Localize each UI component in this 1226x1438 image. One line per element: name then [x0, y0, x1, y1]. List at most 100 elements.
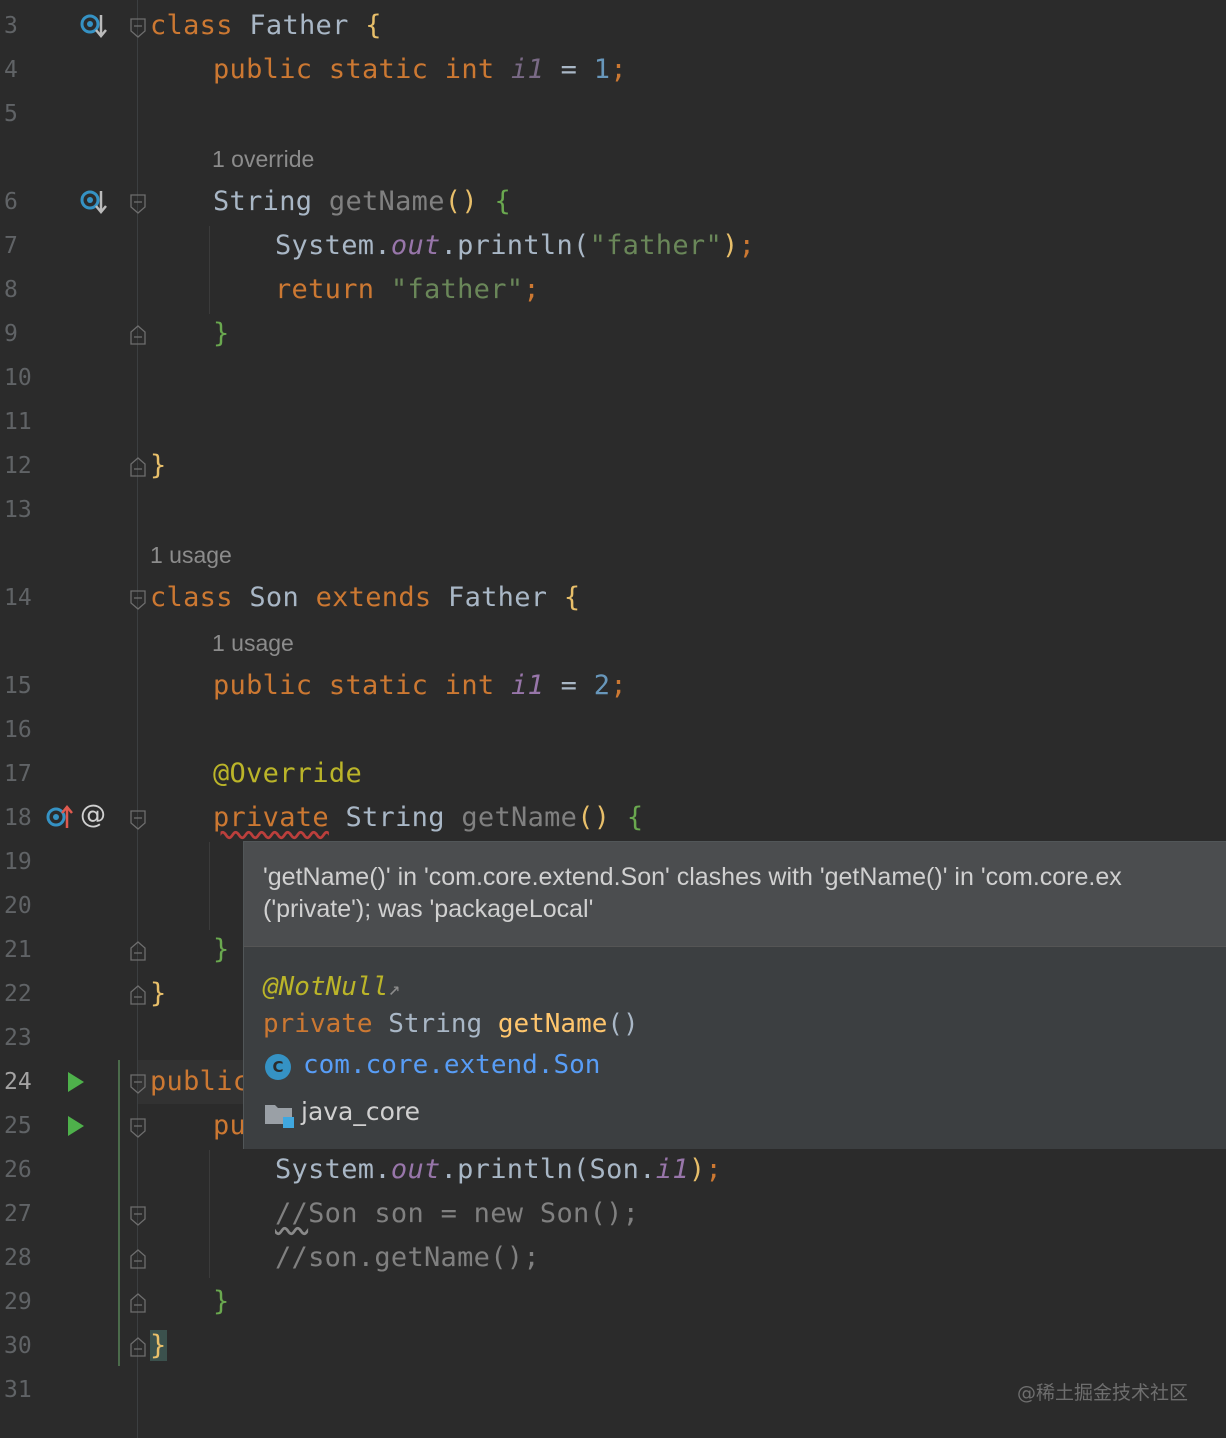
external-link-icon[interactable]: ↗: [388, 976, 400, 1000]
code-editor[interactable]: 3 class Father { 4 public static int i1 …: [0, 0, 1226, 1438]
code-line[interactable]: 16: [0, 708, 1226, 752]
fold-end-marker[interactable]: [130, 1337, 146, 1357]
fold-end-marker[interactable]: [130, 1293, 146, 1313]
line-number: 10: [4, 365, 32, 391]
line-number: 11: [4, 409, 32, 435]
code-text: System.out.println(Son.i1);: [275, 1154, 723, 1185]
fold-marker[interactable]: [130, 1074, 146, 1094]
code-line[interactable]: 14 class Son extends Father {: [0, 576, 1226, 620]
line-number: 25: [4, 1113, 32, 1139]
code-line[interactable]: 17 @Override: [0, 752, 1226, 796]
run-icon[interactable]: [68, 1116, 84, 1136]
code-text: System.out.println("father");: [275, 230, 756, 261]
code-text: public static int i1 = 2;: [213, 670, 627, 701]
code-text: public: [150, 1066, 250, 1097]
code-text: }: [150, 1330, 167, 1361]
line-number: 20: [4, 893, 32, 919]
code-text: //Son son = new Son();: [275, 1198, 640, 1229]
line-number: 23: [4, 1025, 32, 1051]
line-number: 15: [4, 673, 32, 699]
fold-marker[interactable]: [130, 194, 146, 214]
code-line[interactable]: 10: [0, 356, 1226, 400]
code-text: String getName() {: [213, 186, 512, 217]
fold-marker[interactable]: [130, 1118, 146, 1138]
code-line[interactable]: 18 @ private String getName() {: [0, 796, 1226, 840]
notnull-annotation[interactable]: @NotNull: [263, 972, 388, 1002]
fold-marker[interactable]: [130, 590, 146, 610]
code-line[interactable]: 30 }: [0, 1324, 1226, 1368]
fold-end-marker[interactable]: [130, 941, 146, 961]
fold-end-marker[interactable]: [130, 325, 146, 345]
code-line[interactable]: 29 }: [0, 1280, 1226, 1324]
code-line[interactable]: 27 //Son son = new Son();: [0, 1192, 1226, 1236]
line-number: 6: [4, 189, 18, 215]
line-number: 26: [4, 1157, 32, 1183]
line-number: 16: [4, 717, 32, 743]
code-text: @Override: [213, 758, 362, 789]
error-tooltip-popup[interactable]: 'getName()' in 'com.core.extend.Son' cla…: [243, 841, 1226, 1149]
code-line[interactable]: 26 System.out.println(Son.i1);: [0, 1148, 1226, 1192]
fold-marker[interactable]: [130, 810, 146, 830]
code-line[interactable]: 6 String getName() {: [0, 180, 1226, 224]
line-number: 31: [4, 1377, 32, 1403]
line-number: 30: [4, 1333, 32, 1359]
line-number: 29: [4, 1289, 32, 1315]
inlay-hint-row: 1 usage: [0, 620, 1226, 664]
line-number: 17: [4, 761, 32, 787]
code-line[interactable]: 13: [0, 488, 1226, 532]
code-text: }: [150, 450, 167, 481]
module-name: java_core: [301, 1097, 421, 1126]
at-annotation-icon[interactable]: @: [80, 800, 106, 830]
override-hint[interactable]: 1 override: [212, 146, 314, 173]
code-line[interactable]: 8 return "father";: [0, 268, 1226, 312]
code-text: return "father";: [275, 274, 540, 305]
code-line[interactable]: 3 class Father {: [0, 4, 1226, 48]
line-number: 7: [4, 233, 18, 259]
line-number: 28: [4, 1245, 32, 1271]
override-down-icon[interactable]: [80, 13, 108, 45]
line-number: 18: [4, 805, 32, 831]
module-folder-icon: [264, 1102, 294, 1132]
code-line[interactable]: 5: [0, 92, 1226, 136]
fold-marker[interactable]: [130, 18, 146, 38]
code-line[interactable]: 4 public static int i1 = 1;: [0, 48, 1226, 92]
usage-hint[interactable]: 1 usage: [150, 542, 232, 569]
override-down-icon[interactable]: [80, 189, 108, 221]
code-text: }: [213, 934, 230, 965]
code-text: }: [150, 978, 167, 1009]
error-message-line: 'getName()' in 'com.core.extend.Son' cla…: [263, 863, 1122, 891]
code-line[interactable]: 28 //son.getName();: [0, 1236, 1226, 1280]
inlay-hint-row: 1 override: [0, 136, 1226, 180]
code-line[interactable]: 9 }: [0, 312, 1226, 356]
usage-hint[interactable]: 1 usage: [212, 630, 294, 657]
error-message-line: ('private'); was 'packageLocal': [263, 895, 594, 923]
line-number: 3: [4, 13, 18, 39]
inlay-hint-row: 1 usage: [0, 532, 1226, 576]
line-number: 22: [4, 981, 32, 1007]
line-number: 5: [4, 101, 18, 127]
line-number: 24: [4, 1069, 32, 1095]
code-text: pu: [213, 1110, 247, 1141]
line-number: 27: [4, 1201, 32, 1227]
line-number: 14: [4, 585, 32, 611]
line-number: 8: [4, 277, 18, 303]
fold-end-marker[interactable]: [130, 457, 146, 477]
matched-brace: }: [150, 1330, 167, 1361]
fold-marker[interactable]: [130, 1206, 146, 1226]
code-text: }: [213, 1286, 230, 1317]
error-message-section: 'getName()' in 'com.core.extend.Son' cla…: [244, 842, 1226, 947]
watermark: @稀土掘金技术社区: [1016, 1382, 1188, 1404]
code-text: //son.getName();: [275, 1242, 540, 1273]
overrides-up-icon[interactable]: [46, 804, 74, 836]
class-link[interactable]: com.core.extend.Son: [303, 1050, 600, 1080]
line-number: 21: [4, 937, 32, 963]
run-icon[interactable]: [68, 1072, 84, 1092]
fold-end-marker[interactable]: [130, 1249, 146, 1269]
code-line[interactable]: 11: [0, 400, 1226, 444]
code-text: public static int i1 = 1;: [213, 54, 627, 85]
error-private-modifier: private: [213, 802, 329, 833]
code-line[interactable]: 12 }: [0, 444, 1226, 488]
code-line[interactable]: 15 public static int i1 = 2;: [0, 664, 1226, 708]
code-line[interactable]: 7 System.out.println("father");: [0, 224, 1226, 268]
fold-end-marker[interactable]: [130, 985, 146, 1005]
